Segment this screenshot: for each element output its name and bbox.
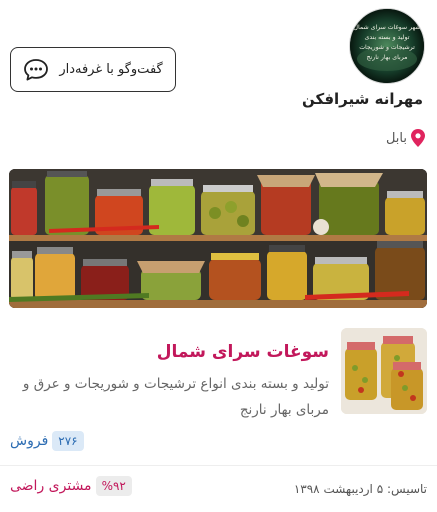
chat-bubble-icon [24,58,49,80]
satisfaction-stat: مشتری راضی %۹۲ [10,476,132,496]
shop-name[interactable]: مهرانه شیرافکن [302,90,423,108]
product-title[interactable]: سوغات سرای شمال [157,342,329,362]
logo-line-3: ترشیجات و شوریجات [359,44,415,51]
logo-line-4: مربای بهار نارنج [367,54,408,61]
divider [0,465,437,466]
sales-stat: فروش ۲۷۶ [10,431,84,451]
founded-date: تاسیس: ۵ اردیبهشت ۱۳۹۸ [293,482,427,496]
location-text: بابل [385,130,407,146]
sales-label: فروش [10,433,49,449]
shop-location: بابل [386,129,425,147]
logo-line-2: تولید و بسته بندی [365,34,410,41]
satisfaction-badge: %۹۲ [95,476,132,496]
chat-with-seller-button[interactable]: گفت‌وگو با غرفه‌دار [10,47,176,92]
shop-banner-image [9,169,427,308]
location-pin-icon [411,129,425,147]
satisfaction-label: مشتری راضی [10,478,92,494]
product-thumbnail[interactable] [341,328,427,414]
logo-line-1: شهر سوغات سرای شمال [354,24,421,31]
chat-button-label: گفت‌وگو با غرفه‌دار [59,62,163,77]
product-description: تولید و بسته بندی انواع ترشیجات و شوریجا… [22,376,329,418]
sales-count-badge: ۲۷۶ [52,431,84,451]
shop-logo: شهر سوغات سرای شمال تولید و بسته بندی تر… [349,8,425,84]
